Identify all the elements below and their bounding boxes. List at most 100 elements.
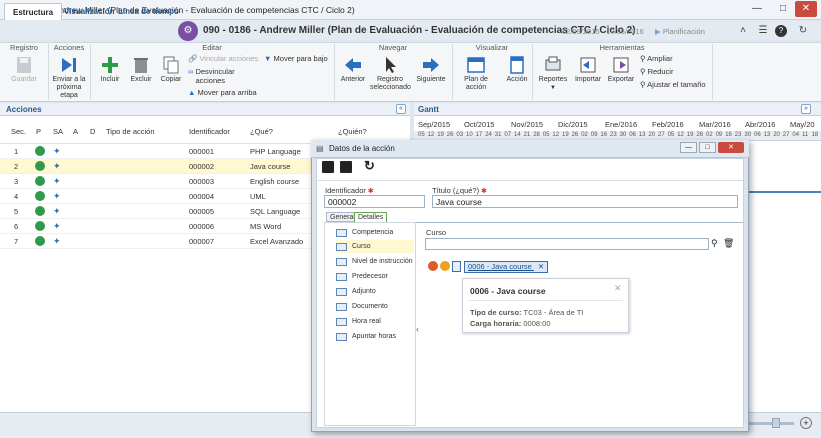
mover-arriba-button[interactable]: ▲ Mover para arriba [188, 88, 257, 97]
col-sa[interactable]: SA [53, 127, 63, 136]
gantt-day-label: 16 [600, 132, 608, 138]
collapse-ribbon-icon[interactable]: ˄ [736, 24, 750, 38]
maximize-icon[interactable]: □ [770, 1, 796, 17]
col-tipo-accion[interactable]: Tipo de acción [106, 127, 155, 136]
ajustar-button[interactable]: ⚲ Ajustar el tamaño [640, 80, 706, 89]
tooltip-close-icon[interactable]: ✕ [614, 283, 622, 294]
list-menu-icon[interactable]: ☰ [756, 24, 770, 38]
plan-de-accion-button[interactable]: Plan de acción [454, 56, 498, 92]
help-icon[interactable]: ? [775, 25, 787, 37]
refresh-icon[interactable]: ↻ [796, 24, 810, 38]
plus-icon [102, 57, 118, 73]
dropdown-arrow-icon: ▼ [550, 85, 556, 91]
close-icon[interactable]: ✕ [795, 1, 817, 17]
zoom-slider[interactable] [744, 422, 794, 425]
accion-button[interactable]: Acción [503, 56, 531, 84]
nav-item-icon [336, 243, 347, 251]
search-icon[interactable]: ⚲ [711, 238, 718, 249]
sub-action-icon[interactable]: ✦ [53, 206, 64, 217]
col-quien[interactable]: ¿Quién? [338, 127, 367, 136]
trash-icon[interactable]: 🗑 [723, 238, 734, 249]
reload-icon[interactable]: ↻ [364, 158, 376, 174]
vincular-button[interactable]: 🔗 Vincular acciones [188, 54, 258, 63]
nav-item-predecesor[interactable]: Predecesor [336, 270, 412, 283]
identificador-field[interactable]: 000002 [324, 195, 425, 208]
guardar-label: Guardar [11, 76, 37, 83]
import-icon [580, 57, 596, 73]
tab-linea-de-tiempo[interactable]: Línea de tiempo [110, 3, 187, 20]
nav-item-label: Nivel de instrucción [352, 258, 413, 265]
titulo-field[interactable]: Java course [432, 195, 738, 208]
nav-item-documento[interactable]: Documento [336, 300, 412, 313]
nav-item-competencia[interactable]: Competencia [336, 226, 412, 239]
col-d[interactable]: D [90, 127, 95, 136]
reportes-button[interactable]: Reportes ▼ [536, 56, 570, 92]
row-sec: 5 [14, 207, 19, 216]
nav-item-adjunto[interactable]: Adjunto [336, 285, 412, 298]
sub-action-icon[interactable]: ✦ [53, 236, 64, 247]
col-p[interactable]: P [36, 127, 41, 136]
gantt-day-label: 02 [706, 132, 713, 138]
tab-detalles[interactable]: Detalles [354, 212, 388, 222]
tag-close-icon[interactable]: ✕ [538, 262, 544, 272]
gantt-day-label: 11 [802, 132, 809, 138]
sub-action-icon[interactable]: ✦ [53, 146, 64, 157]
col-identificador[interactable]: Identificador [189, 127, 230, 136]
ampliar-button[interactable]: ⚲ Ampliar [640, 54, 673, 63]
nav-item-label: Hora real [352, 318, 381, 325]
nav-item-label: Predecesor [352, 273, 388, 280]
tab-estructura[interactable]: Estructura [4, 3, 63, 20]
save-close-icon[interactable] [340, 161, 352, 173]
col-sec[interactable]: Sec. [11, 127, 26, 136]
curso-tag[interactable]: 0006 - Java course ✕ [464, 261, 549, 273]
acciones-panel-header: Acciones « [0, 103, 410, 116]
curso-search-input[interactable] [425, 238, 709, 250]
registro-seleccionado-button[interactable]: Registro seleccionado [370, 56, 411, 92]
dialog-maximize-icon[interactable]: □ [699, 142, 716, 153]
incluir-button[interactable]: Incluir [96, 56, 124, 84]
gantt-day-label: 19 [686, 132, 694, 138]
copiar-button[interactable]: Copiar [157, 56, 185, 84]
desvincular-button[interactable]: ∞ Desvincular acciones [188, 67, 255, 85]
clipboard-icon[interactable] [452, 261, 461, 272]
dialog-close-icon[interactable]: ✕ [718, 142, 744, 153]
col-a[interactable]: A [73, 127, 78, 136]
sub-action-icon[interactable]: ✦ [53, 161, 64, 172]
siguiente-button[interactable]: Siguiente [414, 56, 448, 84]
nav-item-nivel-de-instrucci-n[interactable]: Nivel de instrucción [336, 255, 413, 268]
sub-action-icon[interactable]: ✦ [53, 191, 64, 202]
zoom-out-icon: ⚲ [640, 67, 646, 76]
enviar-button[interactable]: Enviar a la próxima etapa [48, 56, 90, 100]
collapse-right-icon[interactable]: » [801, 104, 811, 114]
anterior-button[interactable]: Anterior [338, 56, 368, 84]
gantt-day-label: 09 [715, 132, 723, 138]
gantt-day-label: 23 [734, 132, 742, 138]
minimize-icon[interactable]: — [744, 1, 770, 17]
zoom-plus-icon[interactable]: + [800, 417, 812, 429]
nav-item-hora-real[interactable]: Hora real [336, 315, 412, 328]
gantt-day-label: 31 [494, 132, 502, 138]
collapse-left-icon[interactable]: « [396, 104, 406, 114]
col-que[interactable]: ¿Qué? [250, 127, 273, 136]
row-sec: 1 [14, 147, 19, 156]
remove-icon[interactable] [428, 261, 438, 271]
nav-item-apuntar-horas[interactable]: Apuntar horas [336, 330, 412, 343]
reducir-button[interactable]: ⚲ Reducir [640, 67, 673, 76]
exportar-button[interactable]: Exportar [606, 56, 636, 84]
save-icon[interactable] [322, 161, 334, 173]
row-sec: 3 [14, 177, 19, 186]
guardar-button[interactable]: Guardar [6, 56, 42, 84]
sub-action-icon[interactable]: ✦ [53, 176, 64, 187]
nav-item-label: Apuntar horas [352, 333, 396, 340]
nav-item-curso[interactable]: Curso [336, 240, 414, 253]
excluir-button[interactable]: Excluir [127, 56, 155, 84]
star-icon[interactable] [440, 261, 450, 271]
dialog-minimize-icon[interactable]: — [680, 142, 697, 153]
splitter-arrow-icon[interactable]: ‹ [416, 324, 419, 334]
mover-abajo-button[interactable]: ▼ Mover para bajo [264, 54, 328, 63]
zoom-slider-handle[interactable] [772, 418, 780, 428]
importar-button[interactable]: Importar [572, 56, 604, 84]
sub-action-icon[interactable]: ✦ [53, 221, 64, 232]
gantt-month-label: Feb/2016 [652, 120, 684, 129]
gantt-day-label: 26 [446, 132, 454, 138]
